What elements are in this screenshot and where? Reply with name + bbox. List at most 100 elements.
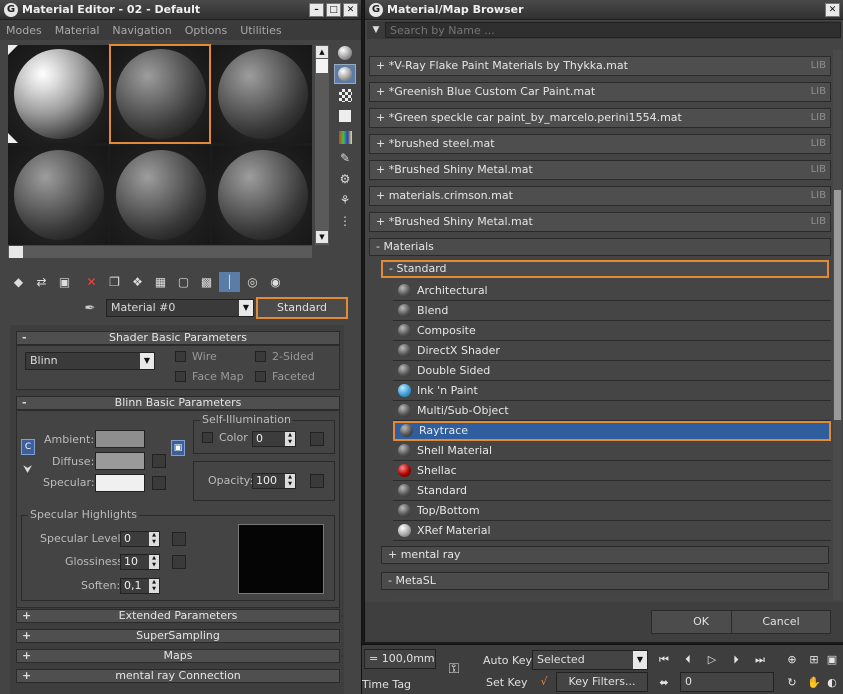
sample-uv-tiling-icon[interactable]: [334, 106, 356, 126]
options-menu-icon[interactable]: ▼: [367, 25, 385, 35]
material-type-top-bottom[interactable]: Top/Bottom: [393, 501, 831, 521]
faceted-checkbox[interactable]: Faceted: [255, 370, 315, 383]
go-forward-to-sibling-icon[interactable]: ◉: [265, 272, 286, 292]
eyedropper-icon[interactable]: ✒: [80, 301, 100, 316]
background-checker-icon[interactable]: [334, 85, 356, 105]
diffuse-color-swatch[interactable]: [95, 452, 145, 470]
zoom-extents-icon[interactable]: ▣: [822, 653, 842, 666]
opacity-spinner[interactable]: 100: [252, 473, 296, 489]
material-type-blend[interactable]: Blend: [393, 301, 831, 321]
selection-set-select[interactable]: Selected ▼: [532, 650, 648, 670]
rollout-shader-basic[interactable]: - Shader Basic Parameters: [16, 331, 340, 345]
rollout-mental-ray-connection[interactable]: + mental ray Connection: [16, 669, 340, 683]
wire-checkbox[interactable]: Wire: [175, 350, 217, 363]
library-item[interactable]: + *V-Ray Flake Paint Materials by Thykka…: [369, 56, 831, 76]
sample-slot-2[interactable]: [109, 44, 211, 144]
specular-color-swatch[interactable]: [95, 474, 145, 492]
go-to-end-icon[interactable]: ⏭: [750, 653, 770, 667]
arc-rotate-icon[interactable]: ◐: [822, 676, 842, 689]
go-to-parent-icon[interactable]: ◎: [242, 272, 263, 292]
two-sided-checkbox[interactable]: 2-Sided: [255, 350, 314, 363]
browser-scrollbar[interactable]: [833, 50, 842, 600]
play-icon[interactable]: ▷: [702, 653, 722, 666]
menu-modes[interactable]: Modes: [6, 24, 42, 37]
make-preview-icon[interactable]: ✎: [334, 148, 356, 168]
zoom-icon[interactable]: ⊕: [782, 653, 802, 666]
group-mental-ray[interactable]: + mental ray: [381, 546, 829, 564]
put-to-scene-icon[interactable]: ⇄: [31, 272, 52, 292]
chevron-down-icon[interactable]: ▼: [633, 651, 647, 669]
show-map-in-viewport-icon[interactable]: ▩: [196, 272, 217, 292]
key-filters-button[interactable]: Key Filters...: [556, 672, 648, 692]
material-type-xref-material[interactable]: XRef Material: [393, 521, 831, 541]
close-icon[interactable]: ✕: [343, 2, 358, 17]
key-mode-icon[interactable]: ⬌: [654, 676, 674, 689]
glossiness-map-button[interactable]: [172, 555, 186, 569]
next-frame-icon[interactable]: ⏵: [726, 653, 746, 667]
lock-ambient-diffuse-icon[interactable]: C: [21, 439, 35, 455]
scroll-up-icon[interactable]: ▲: [316, 46, 328, 58]
close-icon[interactable]: ✕: [825, 2, 840, 17]
sample-type-icon[interactable]: [334, 43, 356, 63]
material-type-double-sided[interactable]: Double Sided: [393, 361, 831, 381]
make-copy-icon[interactable]: ❐: [104, 272, 125, 292]
time-tag-label[interactable]: Time Tag: [362, 678, 411, 691]
video-color-check-icon[interactable]: [334, 127, 356, 147]
go-to-start-icon[interactable]: ⏮: [654, 653, 674, 667]
library-item[interactable]: + *Brushed Shiny Metal.mat LIB: [369, 160, 831, 180]
shader-type-select[interactable]: Blinn ▼: [25, 352, 155, 370]
key-icon[interactable]: ⚿: [444, 661, 464, 677]
sample-slot-4[interactable]: [8, 146, 108, 244]
sample-slot-3[interactable]: [212, 45, 312, 143]
rollout-blinn-basic[interactable]: - Blinn Basic Parameters: [16, 396, 340, 410]
group-metasl[interactable]: - MetaSL: [381, 572, 829, 590]
face-map-checkbox[interactable]: Face Map: [175, 370, 244, 383]
minimize-icon[interactable]: –: [309, 2, 324, 17]
material-navigator-icon[interactable]: ⋮: [334, 211, 356, 231]
zoom-all-icon[interactable]: ⊞: [804, 653, 824, 666]
lock-link-icon[interactable]: ⮟: [23, 463, 32, 477]
scroll-thumb[interactable]: [834, 190, 841, 420]
scroll-thumb[interactable]: [316, 59, 328, 73]
orbit-icon[interactable]: ↻: [782, 676, 802, 689]
library-item[interactable]: + *Brushed Shiny Metal.mat LIB: [369, 212, 831, 232]
group-materials[interactable]: - Materials: [369, 238, 831, 256]
set-key-button[interactable]: Set Key: [486, 676, 528, 689]
scroll-thumb[interactable]: [9, 246, 23, 258]
reset-map-icon[interactable]: ✕: [81, 272, 102, 292]
material-type-shell-material[interactable]: Shell Material: [393, 441, 831, 461]
put-to-library-icon[interactable]: ▦: [150, 272, 171, 292]
assign-to-selection-icon[interactable]: ▣: [54, 272, 75, 292]
material-name-field[interactable]: Material #0 ▼: [106, 299, 254, 317]
opacity-map-button[interactable]: [310, 474, 324, 488]
ambient-color-swatch[interactable]: [95, 430, 145, 448]
material-type-standard[interactable]: Standard: [393, 481, 831, 501]
self-illum-map-button[interactable]: [310, 432, 324, 446]
menu-navigation[interactable]: Navigation: [112, 24, 171, 37]
material-type-architectural[interactable]: Architectural: [393, 281, 831, 301]
diffuse-map-button[interactable]: [152, 454, 166, 468]
specular-map-button[interactable]: [152, 476, 166, 490]
show-end-result-icon[interactable]: │: [219, 272, 240, 292]
get-material-icon[interactable]: ◆: [8, 272, 29, 292]
soften-spinner[interactable]: 0,1: [120, 578, 160, 594]
chevron-down-icon[interactable]: ▼: [239, 300, 253, 316]
material-id-channel-icon[interactable]: ▢: [173, 272, 194, 292]
glossiness-spinner[interactable]: 10: [120, 554, 160, 570]
library-item[interactable]: + *Greenish Blue Custom Car Paint.mat LIB: [369, 82, 831, 102]
scroll-down-icon[interactable]: ▼: [316, 231, 328, 243]
library-item[interactable]: + materials.crimson.mat LIB: [369, 186, 831, 206]
make-unique-icon[interactable]: ❖: [127, 272, 148, 292]
library-item[interactable]: + *Green speckle car paint_by_marcelo.pe…: [369, 108, 831, 128]
sample-slot-5[interactable]: [110, 146, 210, 244]
menu-material[interactable]: Material: [55, 24, 100, 37]
maximize-icon[interactable]: □: [326, 2, 341, 17]
menu-utilities[interactable]: Utilities: [240, 24, 281, 37]
slots-vertical-scrollbar[interactable]: ▲ ▼: [315, 45, 329, 245]
rollout-extended-parameters[interactable]: + Extended Parameters: [16, 609, 340, 623]
map-lock-icon[interactable]: ▣: [171, 440, 185, 456]
previous-frame-icon[interactable]: ⏴: [678, 653, 698, 667]
material-type-multi-sub-object[interactable]: Multi/Sub-Object: [393, 401, 831, 421]
sample-slot-1[interactable]: [8, 45, 108, 143]
material-type-ink-n-paint[interactable]: Ink 'n Paint: [393, 381, 831, 401]
